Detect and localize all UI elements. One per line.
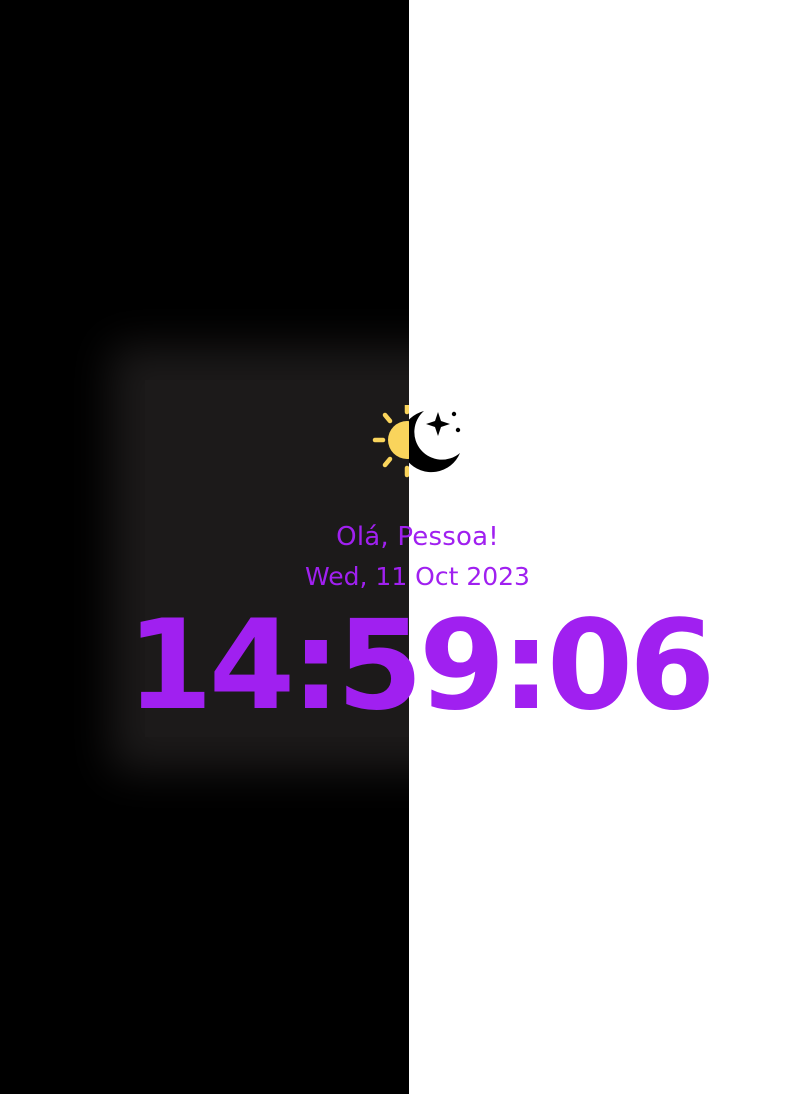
- sun-icon[interactable]: [372, 402, 409, 481]
- date-text: Wed, 11 Oct 2023: [409, 562, 530, 591]
- dark-mode-half: Olá, Pessoa! Wed, 11 Oct 2023 14:59:06: [0, 0, 409, 1094]
- greeting-text: Olá, Pessoa!: [409, 522, 499, 552]
- time-display: 14:59:06: [409, 594, 715, 738]
- moon-icon[interactable]: [409, 405, 464, 481]
- time-display: 14:59:06: [126, 594, 409, 738]
- date-text: Wed, 11 Oct 2023: [305, 562, 409, 591]
- greeting-text: Olá, Pessoa!: [336, 522, 409, 552]
- light-mode-half: Olá, Pessoa! Wed, 11 Oct 2023 14:59:06: [409, 0, 810, 1094]
